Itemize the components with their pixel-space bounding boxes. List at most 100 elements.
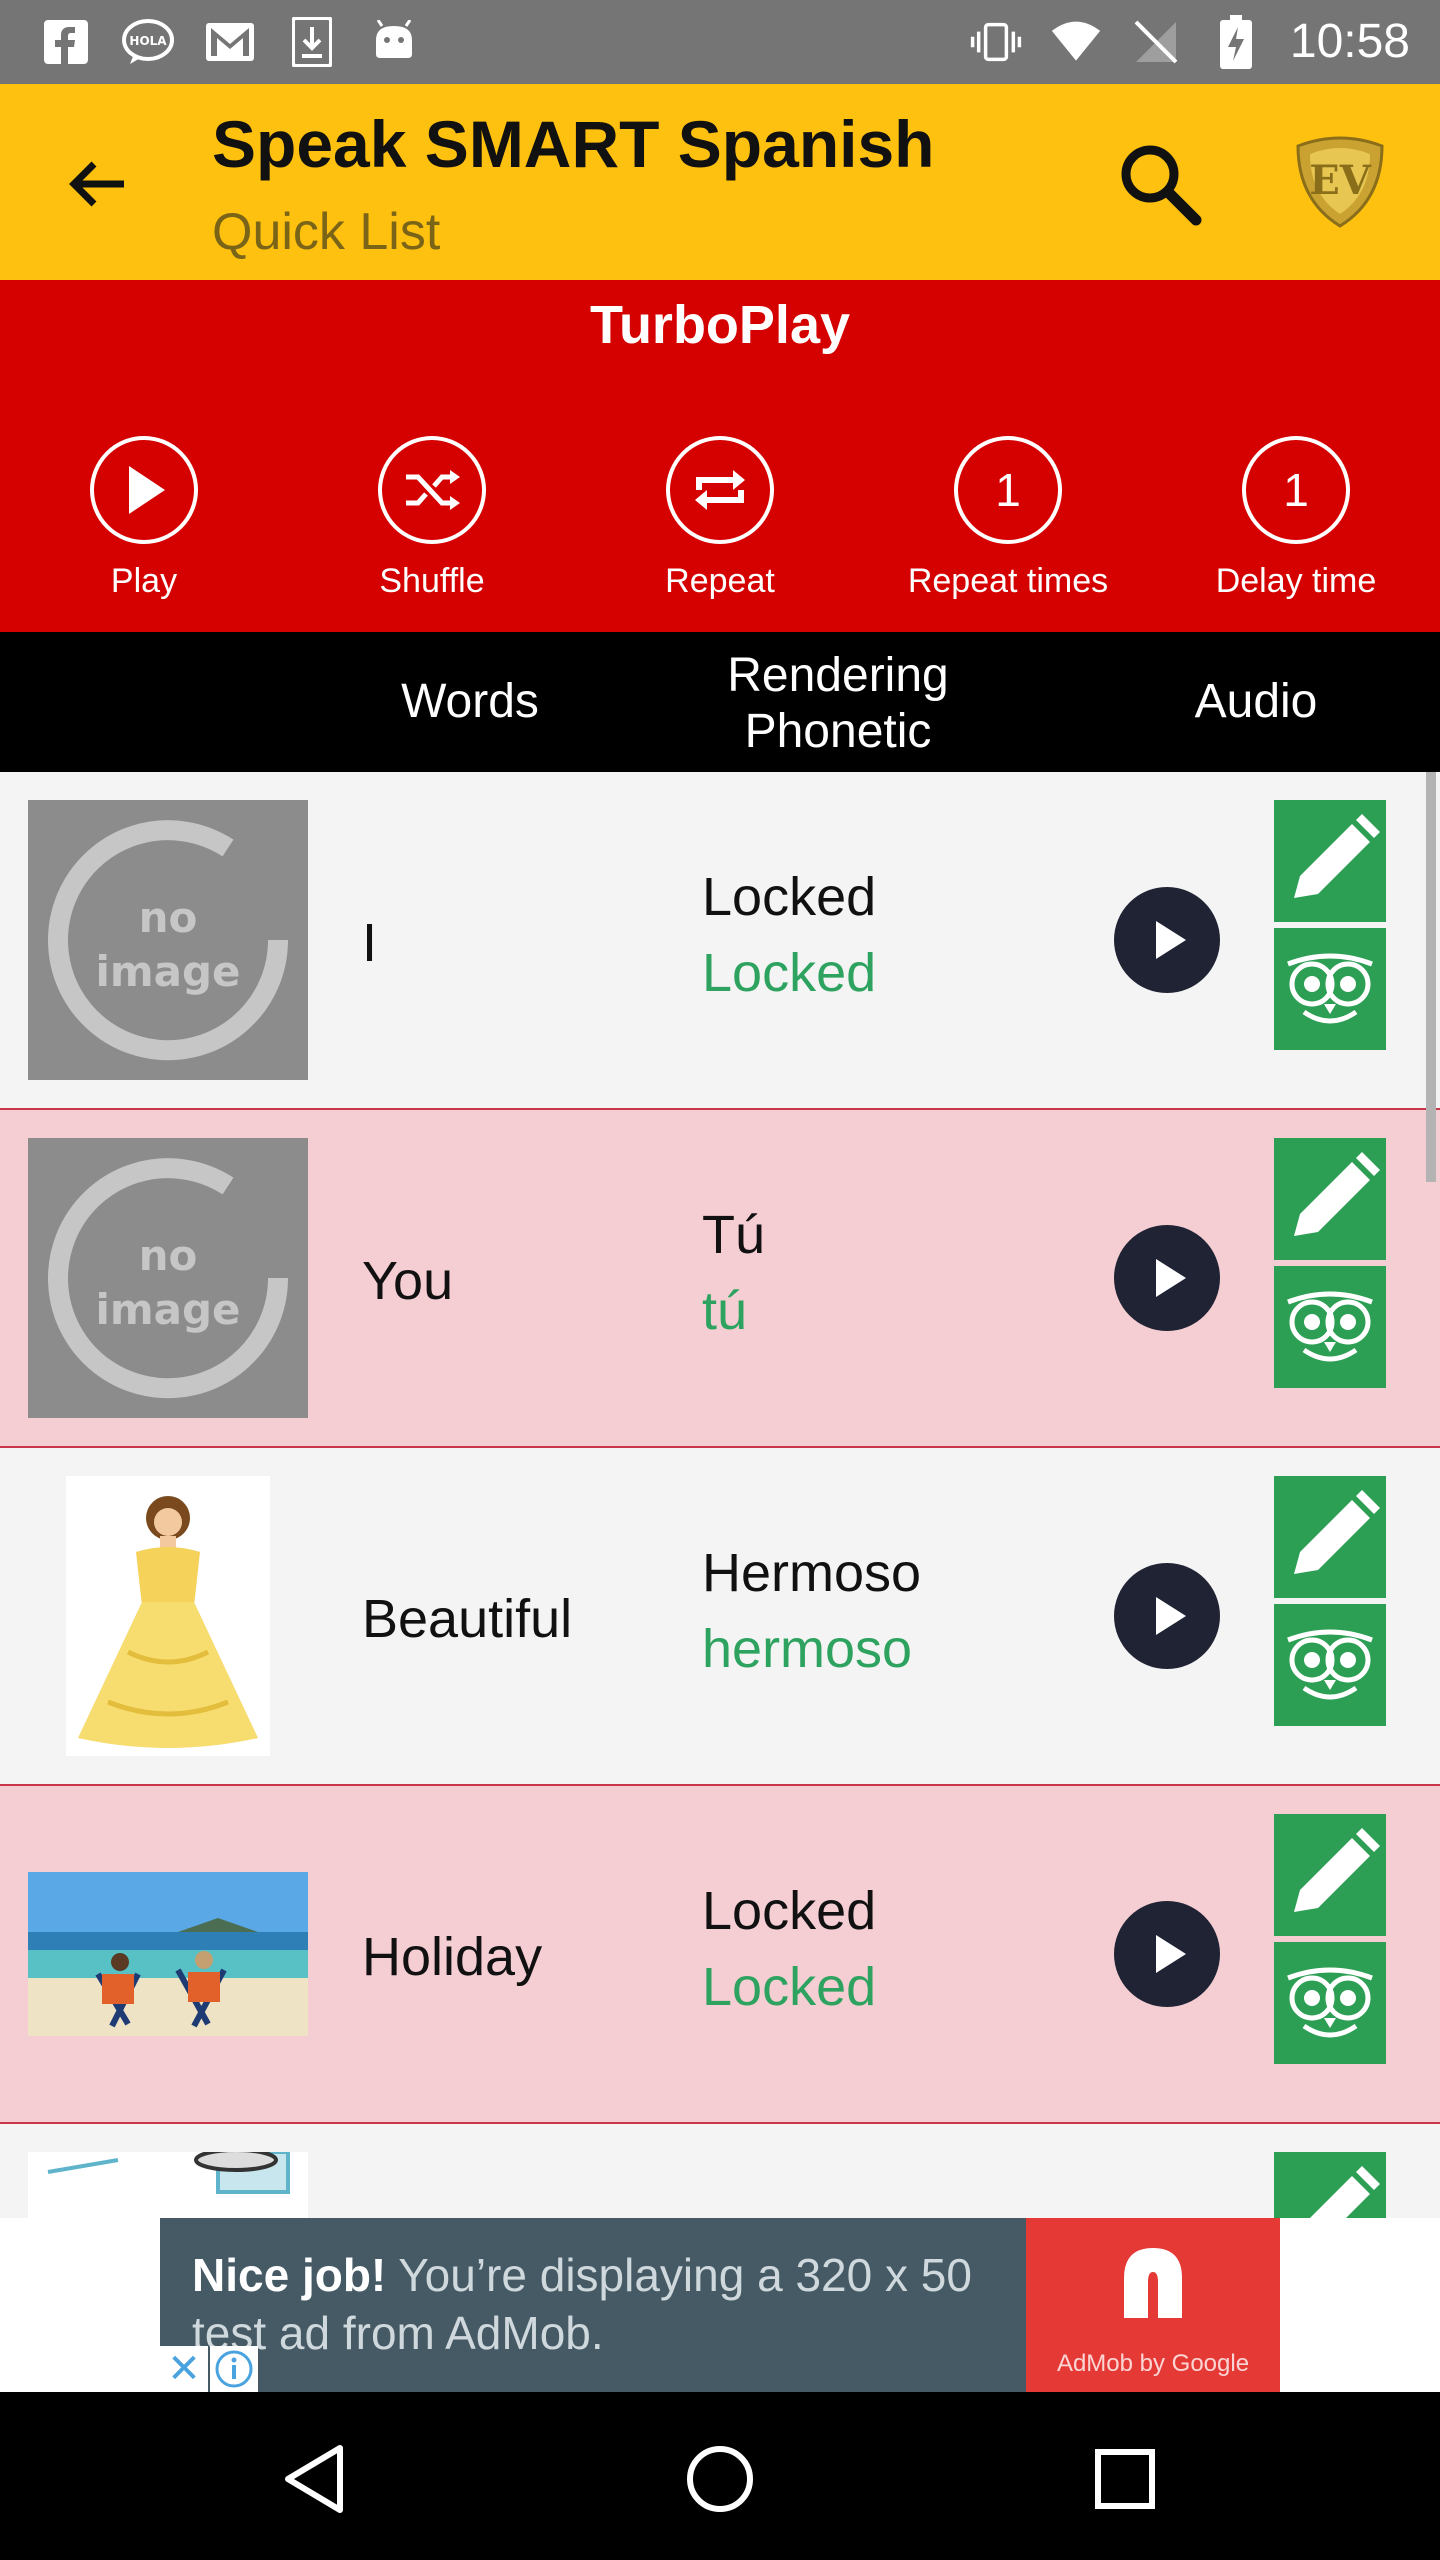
pencil-icon xyxy=(1294,814,1380,898)
nav-recents-icon xyxy=(1095,2449,1155,2509)
edit-button[interactable] xyxy=(1274,1138,1386,1260)
delay-time-value: 1 xyxy=(1242,436,1350,544)
play-icon xyxy=(1156,1935,1186,1973)
play-audio-button[interactable] xyxy=(1114,1563,1220,1669)
turboplay-title: TurboPlay xyxy=(589,295,851,355)
list-item[interactable]: Beautiful Hermoso hermoso xyxy=(0,1448,1440,1786)
pencil-icon xyxy=(1294,1152,1380,1236)
owl-button[interactable] xyxy=(1274,1266,1386,1388)
word-text: You xyxy=(362,1251,454,1311)
ad-info-button[interactable] xyxy=(210,2346,258,2392)
phonetic-text: hermoso xyxy=(702,1619,913,1679)
android-icon xyxy=(368,14,420,70)
beach-image xyxy=(28,1814,308,2094)
nav-recents-button[interactable] xyxy=(1080,2434,1170,2524)
word-text: Holiday xyxy=(362,1927,543,1987)
play-icon xyxy=(1156,921,1186,959)
turbo-play-button[interactable]: Play xyxy=(0,436,288,601)
nav-home-button[interactable] xyxy=(675,2434,765,2524)
no-image-line1: no xyxy=(139,893,198,942)
download-icon xyxy=(286,14,338,70)
owl-button[interactable] xyxy=(1274,928,1386,1050)
pencil-icon xyxy=(1310,2166,1380,2218)
pencil-icon xyxy=(1294,1490,1380,1574)
ad-headline: Nice job! xyxy=(192,2249,387,2301)
edit-button[interactable] xyxy=(1274,2152,1386,2218)
rendering-text: Locked xyxy=(702,1881,877,1941)
battery-charging-icon xyxy=(1210,14,1262,70)
app-subtitle: Quick List xyxy=(212,203,441,261)
ad-text: Nice job! You’re displaying a 320 x 50 t… xyxy=(192,2246,1052,2362)
rendering-text: Hermoso xyxy=(702,1543,922,1603)
turbo-shuffle-button[interactable]: Shuffle xyxy=(288,436,576,601)
owl-button[interactable] xyxy=(1274,1604,1386,1726)
turbo-delay-time-button[interactable]: 1 Delay time xyxy=(1152,436,1440,601)
hola-icon: HOLA xyxy=(122,14,174,70)
wifi-icon xyxy=(1050,14,1102,70)
partial-thumbnail xyxy=(28,2148,308,2218)
no-image-line2: image xyxy=(95,1285,240,1334)
no-image-thumbnail: no image xyxy=(28,800,308,1080)
arrow-back-icon xyxy=(69,161,124,207)
column-words: Words xyxy=(401,675,539,728)
admob-icon xyxy=(1124,2248,1182,2318)
ad-area: Nice job! You’re displaying a 320 x 50 t… xyxy=(0,2218,1440,2392)
status-bar: HOLA 10:58 xyxy=(0,0,1440,84)
list-item[interactable]: Holiday Locked Locked xyxy=(0,1786,1440,2124)
turbo-shuffle-label: Shuffle xyxy=(379,562,485,600)
column-audio: Audio xyxy=(1194,675,1318,728)
repeat-times-value: 1 xyxy=(954,436,1062,544)
status-time: 10:58 xyxy=(1289,15,1410,68)
rendering-text: Locked xyxy=(702,867,877,927)
edit-button[interactable] xyxy=(1274,1814,1386,1936)
owl-icon xyxy=(1287,1967,1373,2038)
app-logo[interactable]: EV xyxy=(1290,130,1390,230)
nav-home-icon xyxy=(687,2446,753,2512)
turbo-delay-time-label: Delay time xyxy=(1215,562,1377,600)
no-image-line2: image xyxy=(95,947,240,996)
nav-back-button[interactable] xyxy=(270,2434,360,2524)
rendering-text: Tú xyxy=(702,1205,766,1265)
facebook-icon xyxy=(40,14,92,70)
list-item[interactable]: no image I Locked Locked xyxy=(0,772,1440,1110)
phonetic-text: tú xyxy=(702,1281,748,1341)
nav-back-icon xyxy=(285,2445,343,2513)
ad-banner[interactable]: Nice job! You’re displaying a 320 x 50 t… xyxy=(160,2218,1280,2392)
edit-button[interactable] xyxy=(1274,1476,1386,1598)
scrollbar[interactable] xyxy=(1426,772,1436,1182)
search-button[interactable] xyxy=(1110,134,1210,234)
column-rendering: Rendering xyxy=(727,649,949,702)
play-icon xyxy=(1156,1259,1186,1297)
app-bar: Speak SMART Spanish Quick List EV xyxy=(0,84,1440,280)
turbo-repeat-button[interactable]: Repeat xyxy=(576,436,864,601)
play-audio-button[interactable] xyxy=(1114,1225,1220,1331)
play-audio-button[interactable] xyxy=(1114,887,1220,993)
word-list[interactable]: no image I Locked Locked no image You Tú t… xyxy=(0,772,1440,2218)
shield-logo-icon: EV xyxy=(1296,136,1384,228)
play-icon xyxy=(1156,1597,1186,1635)
vibrate-icon xyxy=(970,14,1022,70)
phonetic-text: Locked xyxy=(702,1957,877,2017)
list-item[interactable] xyxy=(0,2124,1440,2218)
word-text: Beautiful xyxy=(362,1589,573,1649)
no-image-thumbnail: no image xyxy=(28,1138,308,1418)
owl-button[interactable] xyxy=(1274,1942,1386,2064)
repeat-icon xyxy=(666,436,774,544)
play-audio-button[interactable] xyxy=(1114,1901,1220,2007)
turbo-repeat-times-button[interactable]: 1 Repeat times xyxy=(864,436,1152,601)
back-button[interactable] xyxy=(50,138,146,234)
edit-button[interactable] xyxy=(1274,800,1386,922)
search-icon xyxy=(1121,145,1202,226)
svg-text:EV: EV xyxy=(1309,157,1371,204)
svg-text:HOLA: HOLA xyxy=(129,34,167,48)
list-item[interactable]: no image You Tú tú xyxy=(0,1110,1440,1448)
column-header: Words Rendering Phonetic Audio xyxy=(0,632,1440,772)
ad-close-icon[interactable]: ✕ xyxy=(160,2346,208,2392)
no-signal-icon xyxy=(1130,14,1182,70)
princess-image xyxy=(28,1476,308,1756)
owl-icon xyxy=(1287,1291,1373,1362)
turbo-play-label: Play xyxy=(110,562,178,600)
turbo-repeat-times-label: Repeat times xyxy=(907,562,1109,600)
phonetic-text: Locked xyxy=(702,943,877,1003)
admob-logo: AdMob by Google xyxy=(1026,2218,1280,2392)
